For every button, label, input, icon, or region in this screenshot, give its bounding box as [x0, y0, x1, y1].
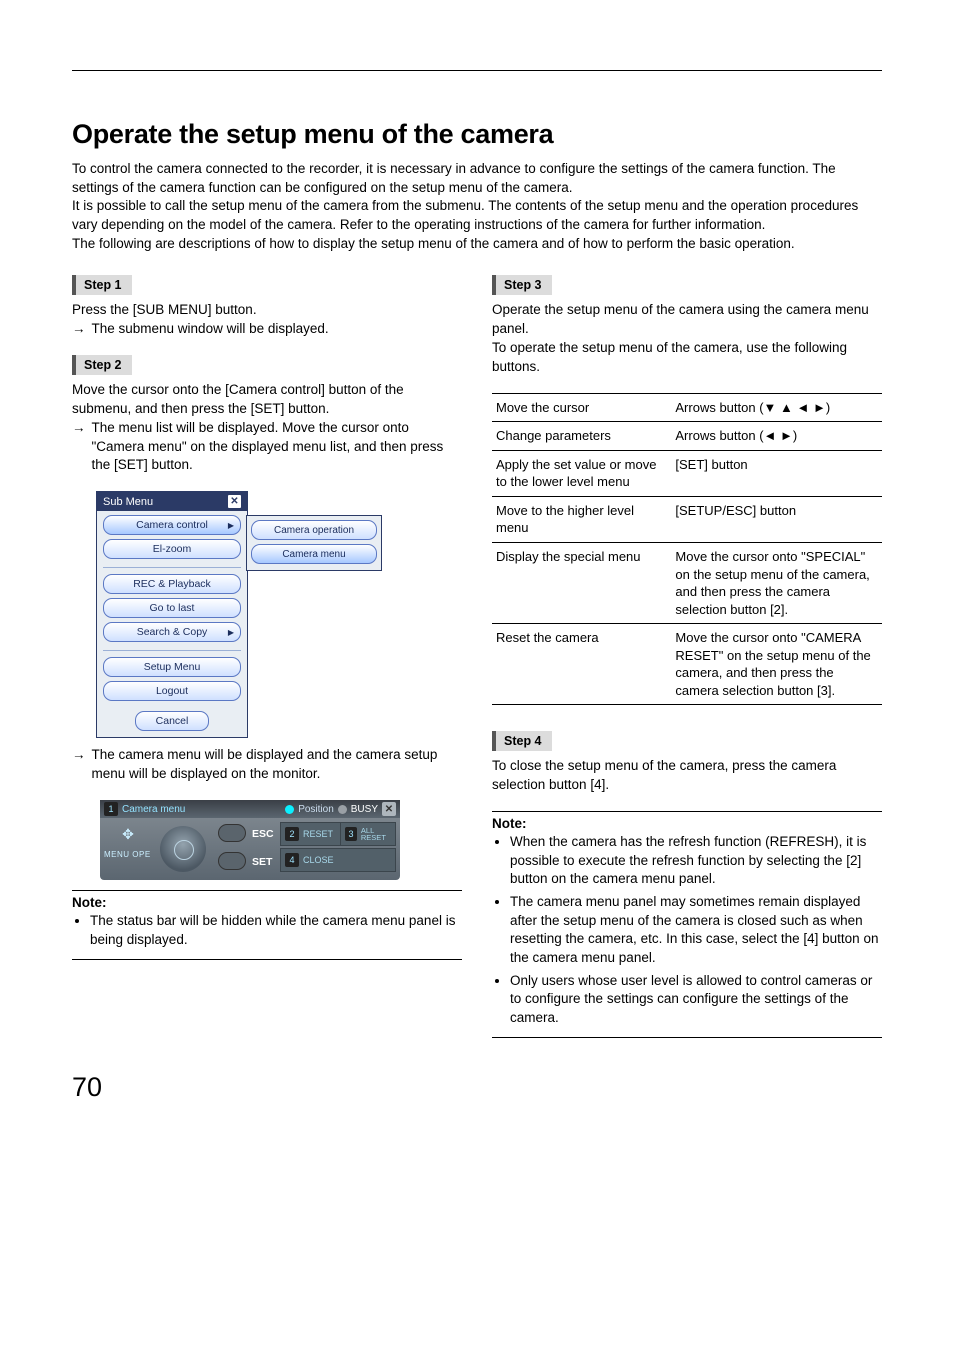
operations-table: Move the cursorArrows button (▼ ▲ ◄ ►) C… [492, 393, 882, 706]
step-1-label: Step 1 [72, 275, 132, 295]
table-row: Move to the higher level menu[SETUP/ESC]… [492, 496, 882, 542]
submenu-item-logout[interactable]: Logout [103, 681, 241, 701]
panel-cell-2-reset[interactable]: 2RESET [280, 822, 342, 846]
intro-text: To control the camera connected to the r… [72, 160, 882, 253]
right-column: Step 3 Operate the setup menu of the cam… [492, 275, 882, 1042]
submenu-window: Sub Menu ✕ Camera control▶ El-zoom REC &… [96, 491, 248, 738]
step-4-body: To close the setup menu of the camera, p… [492, 757, 882, 795]
submenu-item-go-to-last[interactable]: Go to last [103, 598, 241, 618]
jog-dial-icon[interactable] [160, 826, 206, 872]
submenu-item-search-copy[interactable]: Search & Copy▶ [103, 622, 241, 642]
table-row: Display the special menuMove the cursor … [492, 542, 882, 623]
arrow-icon: → [72, 419, 86, 476]
submenu-item-camera-control[interactable]: Camera control▶ [103, 515, 241, 535]
page-heading: Operate the setup menu of the camera [72, 119, 882, 150]
panel-cell-4-close[interactable]: 4CLOSE [280, 848, 396, 872]
submenu-figure: Sub Menu ✕ Camera control▶ El-zoom REC &… [96, 491, 462, 738]
step-4-label: Step 4 [492, 731, 552, 751]
submenu-title-text: Sub Menu [103, 496, 153, 508]
arrow-icon: → [72, 320, 86, 339]
set-label: SET [252, 856, 272, 868]
submenu-item-el-zoom[interactable]: El-zoom [103, 539, 241, 559]
note-label: Note: [72, 895, 462, 910]
busy-dot-icon [338, 805, 347, 814]
status-dot-icon [285, 805, 294, 814]
step-2-body: Move the cursor onto the [Camera control… [72, 381, 462, 475]
table-row: Reset the cameraMove the cursor onto "CA… [492, 624, 882, 705]
panel-title: Camera menu [122, 804, 185, 815]
table-row: Change parametersArrows button (◄ ►) [492, 422, 882, 451]
arrow-icon: → [72, 746, 86, 784]
close-icon[interactable]: ✕ [228, 495, 241, 508]
set-button[interactable] [218, 852, 246, 870]
step-3-body: Operate the setup menu of the camera usi… [492, 301, 882, 377]
camera-menu-panel: 1 Camera menu Position BUSY ✕ ✥ MENU OPE… [100, 800, 400, 880]
step-1-body: Press the [SUB MENU] button. → The subme… [72, 301, 462, 339]
submenu-cancel-button[interactable]: Cancel [135, 711, 209, 731]
header-rule [72, 70, 882, 71]
left-column: Step 1 Press the [SUB MENU] button. → Th… [72, 275, 462, 1042]
table-row: Apply the set value or move to the lower… [492, 450, 882, 496]
table-row: Move the cursorArrows button (▼ ▲ ◄ ►) [492, 393, 882, 422]
esc-label: ESC [252, 828, 274, 840]
dpad-icon: ✥ [110, 822, 146, 846]
panel-cell-3-all-reset[interactable]: 3ALL RESET [340, 822, 396, 846]
flyout-camera-menu[interactable]: Camera menu [251, 544, 377, 564]
flyout-camera-operation[interactable]: Camera operation [251, 520, 377, 540]
submenu-item-rec-playback[interactable]: REC & Playback [103, 574, 241, 594]
menu-ope-label: MENU OPE [104, 850, 151, 859]
panel-number-1: 1 [104, 802, 118, 816]
page-number: 70 [72, 1072, 882, 1103]
close-icon[interactable]: ✕ [382, 802, 396, 816]
step-2-result: → The camera menu will be displayed and … [72, 746, 462, 784]
busy-label: BUSY [351, 804, 378, 815]
submenu-item-setup-menu[interactable]: Setup Menu [103, 657, 241, 677]
position-label: Position [298, 804, 334, 815]
note-2-list: When the camera has the refresh function… [492, 833, 882, 1027]
step-2-label: Step 2 [72, 355, 132, 375]
note-label: Note: [492, 816, 882, 831]
submenu-flyout: Camera operation Camera menu [246, 515, 382, 571]
note-1-list: The status bar will be hidden while the … [72, 912, 462, 949]
step-3-label: Step 3 [492, 275, 552, 295]
esc-button[interactable] [218, 824, 246, 842]
